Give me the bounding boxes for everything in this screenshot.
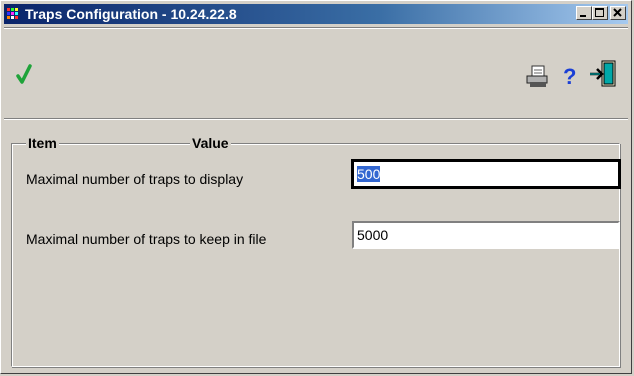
setting-label-traps-file: Maximal number of traps to keep in file <box>26 231 267 247</box>
traps-file-field[interactable] <box>352 221 620 249</box>
printer-icon <box>526 65 548 87</box>
window-title: Traps Configuration - 10.24.22.8 <box>25 6 237 22</box>
maximize-button[interactable] <box>592 6 608 20</box>
exit-button[interactable] <box>587 58 619 90</box>
traps-file-input[interactable] <box>356 226 598 244</box>
traps-configuration-window: Traps Configuration - 10.24.22.8 ? Item … <box>0 0 632 374</box>
print-button[interactable] <box>521 60 553 92</box>
minimize-icon <box>580 15 586 17</box>
toolbar-top-divider <box>4 27 628 29</box>
value-column-header: Value <box>190 135 231 151</box>
checkmark-icon <box>16 64 32 84</box>
settings-group: Item Value Maximal number of traps to di… <box>11 135 621 367</box>
traps-display-input[interactable] <box>356 165 598 183</box>
help-button[interactable]: ? <box>554 58 586 90</box>
traps-display-field[interactable] <box>351 159 621 189</box>
item-column-header: Item <box>26 135 59 151</box>
exit-door-icon <box>590 60 616 87</box>
app-icon <box>7 8 21 20</box>
setting-label-traps-display: Maximal number of traps to display <box>26 171 244 187</box>
apply-button[interactable] <box>8 58 40 90</box>
close-icon <box>613 8 622 17</box>
toolbar-bottom-divider <box>4 118 628 120</box>
minimize-button[interactable] <box>576 6 592 20</box>
title-bar[interactable]: Traps Configuration - 10.24.22.8 <box>4 4 628 24</box>
question-icon: ? <box>563 64 576 89</box>
close-button[interactable] <box>610 6 626 20</box>
maximize-icon <box>595 8 604 17</box>
toolbar: ? <box>4 27 628 124</box>
svg-text:?: ? <box>563 64 576 89</box>
